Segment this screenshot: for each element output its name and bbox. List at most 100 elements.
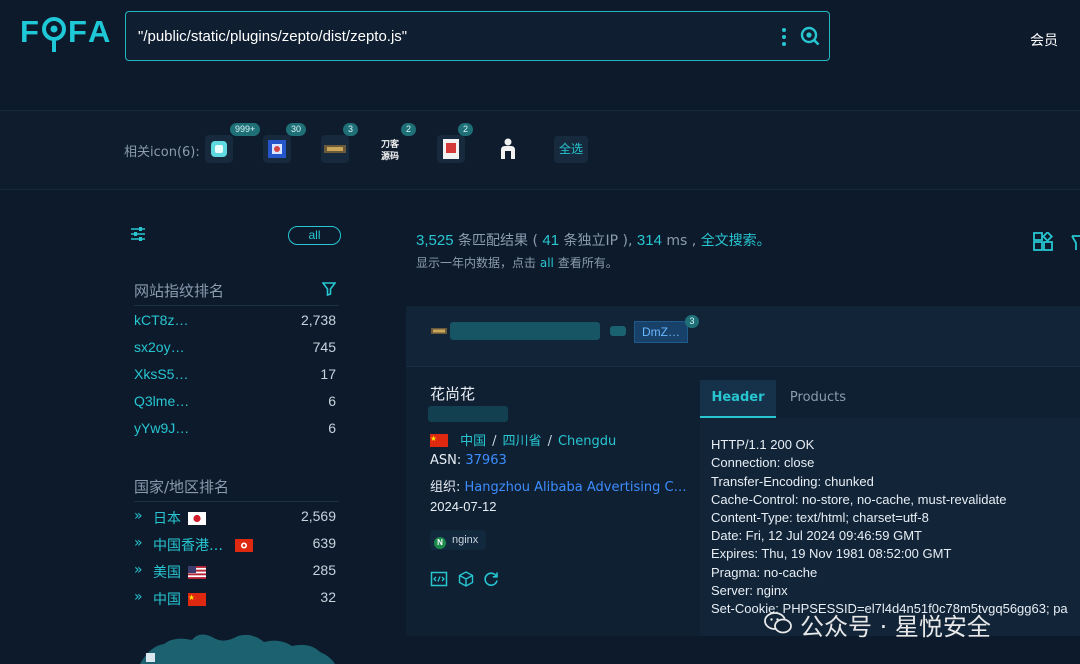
fingerprint-name-2[interactable]: sx2oy… — [134, 339, 185, 355]
filter-settings-icon[interactable] — [130, 226, 146, 242]
query-time-label: ms , — [666, 233, 697, 249]
code-view-icon[interactable] — [430, 570, 448, 588]
member-link[interactable]: 会员 — [1030, 30, 1058, 50]
select-all-button[interactable]: 全选 — [554, 136, 588, 163]
detail-tabs: Header Products — [700, 380, 1080, 418]
related-icons-label: 相关icon(6): — [124, 145, 200, 160]
related-icon-2[interactable] — [263, 135, 291, 163]
site-favicon-icon — [431, 328, 447, 334]
country-count: 285 — [312, 562, 336, 578]
org-label: 组织: — [430, 480, 461, 495]
country-count: 639 — [312, 535, 336, 551]
geo-province-link[interactable]: 四川省 — [503, 434, 542, 449]
time-range-suffix: 查看所有。 — [557, 256, 618, 270]
geo-country-link[interactable]: 中国 — [460, 434, 486, 449]
country-row-hk[interactable]: » 中国香港… 639 — [134, 535, 339, 555]
funnel-icon[interactable] — [322, 282, 336, 296]
chevron-right-icon: » — [134, 535, 143, 551]
geo-city-link[interactable]: Chengdu — [558, 434, 616, 449]
wechat-icon — [764, 612, 792, 634]
related-icon-3[interactable] — [321, 135, 349, 163]
fingerprint-name-1[interactable]: kCT8z… — [134, 312, 188, 328]
related-icon-2-badge: 30 — [286, 123, 307, 136]
filter-icon[interactable] — [1070, 232, 1080, 254]
server-tag-label: nginx — [452, 534, 479, 546]
related-icon-1[interactable] — [205, 135, 233, 163]
geo-location: 中国 / 四川省 / Chengdu — [430, 430, 616, 449]
related-icon-6[interactable] — [494, 135, 522, 163]
search-input[interactable] — [138, 24, 758, 48]
header-line: Date: Fri, 12 Jul 2024 09:46:59 GMT — [711, 528, 922, 543]
country-row-cn[interactable]: » 中国 32 — [134, 589, 339, 609]
ip-count: 41 — [542, 232, 560, 249]
header-line: Cache-Control: no-store, no-cache, must-… — [711, 492, 1007, 507]
more-options-icon[interactable] — [780, 27, 788, 47]
header-line: HTTP/1.1 200 OK — [711, 437, 815, 452]
china-flag-icon — [430, 434, 448, 447]
related-icon-4[interactable]: 刀客 源码 — [379, 135, 407, 163]
org-row: 组织: Hangzhou Alibaba Advertising C… — [430, 476, 687, 495]
redacted-port — [610, 326, 626, 336]
chevron-right-icon: » — [134, 589, 143, 605]
logo-letter-a: A — [88, 14, 112, 49]
icons-divider — [0, 189, 1080, 190]
show-all-link[interactable]: all — [540, 256, 554, 270]
asn-link[interactable]: 37963 — [465, 453, 506, 468]
site-title[interactable]: 花尚花 — [430, 383, 475, 404]
related-icon-5-badge: 2 — [458, 123, 474, 136]
server-tag[interactable]: Nnginx — [430, 530, 487, 550]
dmz-tag-badge: 3 — [685, 315, 699, 328]
country-row-us[interactable]: » 美国 285 — [134, 562, 339, 582]
fingerprint-count-3: 17 — [320, 366, 336, 382]
asn-row: ASN: 37963 — [430, 453, 507, 468]
cube-icon[interactable] — [457, 570, 475, 588]
fingerprint-divider — [134, 305, 339, 306]
fingerprint-count-1: 2,738 — [300, 312, 336, 328]
result-count: 3,525 — [416, 232, 454, 249]
watermark-text: 公众号 · 星悦安全 — [800, 613, 991, 641]
tab-header[interactable]: Header — [700, 380, 776, 418]
related-icon-3-badge: 3 — [343, 123, 359, 136]
org-link[interactable]: Hangzhou Alibaba Advertising C… — [465, 480, 687, 495]
country-divider — [134, 501, 339, 502]
dmz-tag[interactable]: DmZ… — [634, 321, 688, 343]
header-line: Connection: close — [711, 455, 815, 470]
usa-flag-icon — [188, 566, 206, 579]
redacted-host — [450, 322, 600, 340]
nginx-icon: N — [434, 537, 446, 549]
logo-letter-f1: F — [20, 14, 40, 49]
search-icon[interactable] — [800, 26, 820, 46]
asn-label: ASN: — [430, 453, 462, 468]
time-range-note: 显示一年内数据，点击 all 查看所有。 — [416, 254, 618, 271]
country-name: 中国 — [153, 592, 181, 608]
fingerprint-ranking-title: 网站指纹排名 — [134, 282, 225, 300]
all-toggle[interactable]: all — [288, 226, 341, 245]
header-line: Pragma: no-cache — [711, 565, 818, 580]
dark-logo-icon — [324, 145, 346, 153]
svg-text:源码: 源码 — [381, 150, 399, 162]
country-name: 日本 — [153, 511, 181, 527]
fingerprint-count-2: 745 — [312, 339, 336, 355]
fofa-logo[interactable]: F F A — [20, 14, 115, 54]
header-line: Server: nginx — [711, 583, 788, 598]
result-card-divider — [406, 366, 1080, 367]
tab-products[interactable]: Products — [776, 380, 860, 418]
ip-count-label: 条独立IP ), — [563, 233, 633, 249]
fulltext-search-link[interactable]: 全文搜索。 — [701, 233, 771, 249]
fingerprint-name-5[interactable]: yYw9J… — [134, 420, 189, 436]
grid-view-icon[interactable] — [1032, 232, 1054, 254]
related-icon-5[interactable] — [437, 135, 465, 163]
search-box[interactable] — [125, 11, 830, 61]
search-stats: 3,525 条匹配结果 ( 41 条独立IP ), 314 ms , 全文搜索。 — [416, 230, 771, 250]
header-line: Expires: Thu, 19 Nov 1981 08:52:00 GMT — [711, 546, 952, 561]
blue-square-icon — [268, 140, 286, 158]
japan-flag-icon — [188, 512, 206, 525]
header-line: Content-Type: text/html; charset=utf-8 — [711, 510, 929, 525]
chevron-right-icon: » — [134, 562, 143, 578]
refresh-icon[interactable] — [482, 570, 500, 588]
country-row-jp[interactable]: » 日本 2,569 — [134, 508, 339, 528]
world-map-thumbnail[interactable] — [140, 630, 335, 664]
red-logo-icon — [443, 139, 459, 159]
fingerprint-name-3[interactable]: XksS5… — [134, 366, 188, 382]
fingerprint-name-4[interactable]: Q3lme… — [134, 393, 189, 409]
